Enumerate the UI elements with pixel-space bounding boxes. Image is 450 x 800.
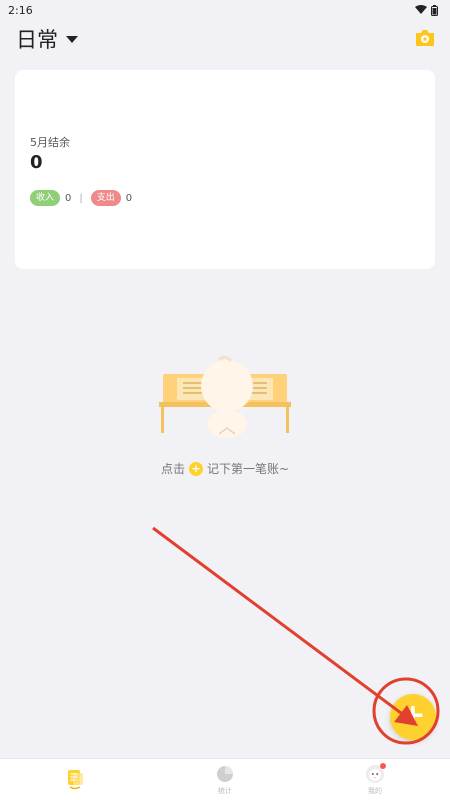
- status-time: 2:16: [8, 3, 33, 17]
- empty-hint-prefix: 点击: [160, 462, 185, 476]
- plus-icon: +: [188, 461, 203, 476]
- ledger-icon: [68, 770, 83, 790]
- stats-row: 收入 0 | 支出 0: [30, 190, 138, 206]
- tab-statistics-label: 统计: [218, 787, 232, 795]
- status-bar: 2:16: [0, 0, 450, 20]
- expense-badge: 支出: [90, 190, 121, 206]
- tab-bar: 统计 我的: [0, 758, 450, 800]
- expense-value: 0: [125, 192, 133, 204]
- plus-icon: +: [400, 698, 426, 733]
- pie-chart-icon: [217, 766, 233, 782]
- add-record-button[interactable]: +: [390, 694, 436, 740]
- empty-state-illustration: [159, 355, 291, 438]
- empty-hint: 点击 + 记下第一笔账~: [0, 460, 450, 477]
- income-badge: 收入: [30, 190, 61, 206]
- empty-hint-suffix: 记下第一笔账~: [206, 462, 290, 476]
- stats-separator: |: [79, 192, 83, 204]
- annotation-arrow-line: [152, 526, 406, 718]
- notification-dot: [380, 763, 386, 769]
- summary-card: 5月结余 0 收入 0 | 支出 0: [15, 70, 435, 269]
- wifi-icon: [415, 5, 427, 14]
- month-label: 5月结余: [30, 136, 70, 149]
- tab-statistics[interactable]: 统计: [150, 759, 300, 800]
- chevron-down-icon[interactable]: [66, 35, 78, 43]
- status-icons: [415, 4, 438, 16]
- battery-icon: [431, 4, 438, 16]
- book-selector[interactable]: 日常: [16, 24, 58, 54]
- tab-ledger[interactable]: [0, 759, 150, 800]
- camera-icon[interactable]: [414, 27, 436, 49]
- balance-value: 0: [30, 152, 43, 173]
- income-value: 0: [65, 192, 72, 204]
- tab-profile[interactable]: 我的: [300, 759, 450, 800]
- header: 日常: [0, 22, 450, 56]
- tab-profile-label: 我的: [368, 787, 382, 795]
